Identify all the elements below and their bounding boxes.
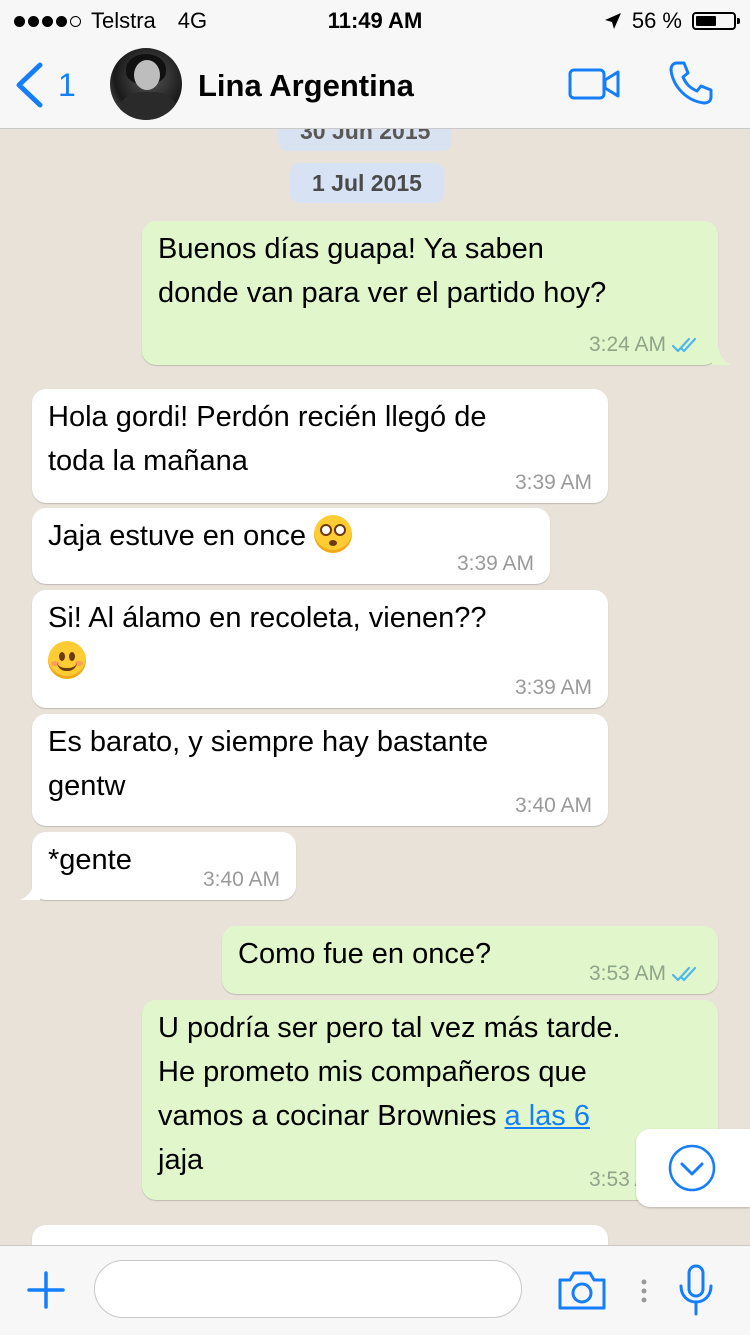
time-link[interactable]: a las 6 [505, 1100, 590, 1132]
message-text-content: vamos a cocinar Brownies [158, 1100, 497, 1132]
message-timestamp: 3:24 AM [588, 333, 666, 356]
date-separator: 1 Jul 2015 [290, 163, 444, 203]
message-input[interactable] [94, 1260, 522, 1318]
message-bubble-outgoing[interactable]: Buenos días guapa! Ya saben donde van pa… [142, 221, 732, 365]
message-time: 3:40 AM [515, 794, 592, 818]
phone-icon[interactable] [668, 60, 714, 106]
microphone-icon[interactable] [676, 1264, 716, 1316]
message-text-content: Jaja estuve en once [48, 520, 306, 552]
battery-fill [696, 16, 716, 26]
contact-name[interactable]: Lina Argentina [198, 68, 414, 104]
smiling-face-emoji [48, 641, 86, 680]
bubble-tail [712, 343, 732, 365]
back-unread-count: 1 [58, 66, 76, 103]
message-text: Si! Al álamo en recoleta, vienen?? [48, 602, 487, 634]
message-input-bar [0, 1245, 750, 1335]
message-time: 3:24 AM [589, 333, 702, 357]
message-text: donde van para ver el partido hoy? [158, 277, 607, 309]
message-bubble-incoming[interactable]: Hola gordi! Perdón recién llegó de toda … [32, 389, 608, 503]
scroll-to-bottom-button[interactable] [636, 1129, 750, 1207]
message-text: Hola gordi! Perdón recién llegó de [48, 401, 487, 433]
message-text: He prometo mis compañeros que [158, 1056, 587, 1088]
message-timestamp: 3:40 AM [514, 794, 592, 817]
chat-messages-area[interactable]: 30 Jun 2015 1 Jul 2015 Buenos días guapa… [0, 129, 750, 1245]
message-timestamp: 3:39 AM [456, 552, 534, 575]
message-timestamp: 3:39 AM [514, 471, 592, 494]
message-timestamp: 3:53 AM [588, 962, 666, 985]
message-bubble-outgoing[interactable]: Como fue en once? 3:53 AM [222, 926, 718, 994]
message-bubble-outgoing[interactable]: U podría ser pero tal vez más tarde. He … [142, 1000, 718, 1200]
video-camera-icon[interactable] [568, 66, 620, 102]
message-timestamp: 3:40 AM [202, 868, 280, 891]
message-bubble-incoming[interactable]: Si! Al álamo en recoleta, vienen?? 3:39 … [32, 590, 608, 708]
status-bar: Telstra 4G 11:49 AM 56 % [0, 0, 750, 40]
double-check-icon [672, 966, 697, 982]
battery-icon [692, 12, 740, 30]
chat-header: 1 Lina Argentina [0, 40, 750, 129]
message-timestamp: 3:39 AM [514, 676, 592, 699]
message-time: 3:40 AM [203, 868, 280, 892]
contact-avatar[interactable] [110, 48, 182, 120]
location-arrow-icon [604, 13, 621, 29]
message-text: gentw [48, 770, 126, 802]
message-text: Buenos días guapa! Ya saben [158, 233, 544, 265]
date-separator: 30 Jun 2015 [278, 129, 453, 151]
message-text: Es barato, y siempre hay bastante [48, 726, 489, 758]
message-bubble-incoming-partial[interactable] [32, 1225, 608, 1245]
flushed-face-emoji [314, 515, 353, 554]
message-text: vamos a cocinar Brownies a las 6 [158, 1094, 702, 1138]
back-button[interactable]: 1 [14, 62, 76, 108]
message-bubble-incoming[interactable]: Es barato, y siempre hay bastante gentw … [32, 714, 608, 826]
message-time: 3:53 AM [589, 962, 702, 986]
camera-icon[interactable] [556, 1268, 608, 1312]
message-text [48, 640, 592, 684]
message-time: 3:39 AM [457, 552, 534, 576]
separator-dots [641, 1279, 647, 1303]
message-text: toda la mañana [48, 445, 248, 477]
message-time: 3:39 AM [515, 471, 592, 495]
chevron-left-icon [16, 62, 43, 108]
double-check-icon [672, 337, 697, 353]
bubble-tail [20, 878, 40, 900]
plus-icon[interactable] [26, 1270, 66, 1310]
message-bubble-incoming[interactable]: *gente 3:40 AM [20, 832, 296, 900]
chevron-down-circle-icon [668, 1144, 716, 1192]
message-time: 3:39 AM [515, 676, 592, 700]
battery-percentage: 56 % [631, 8, 682, 33]
status-right: 56 % [604, 8, 740, 34]
message-text: U podría ser pero tal vez más tarde. [158, 1012, 621, 1044]
message-bubble-incoming[interactable]: Jaja estuve en once 3:39 AM [32, 508, 550, 584]
